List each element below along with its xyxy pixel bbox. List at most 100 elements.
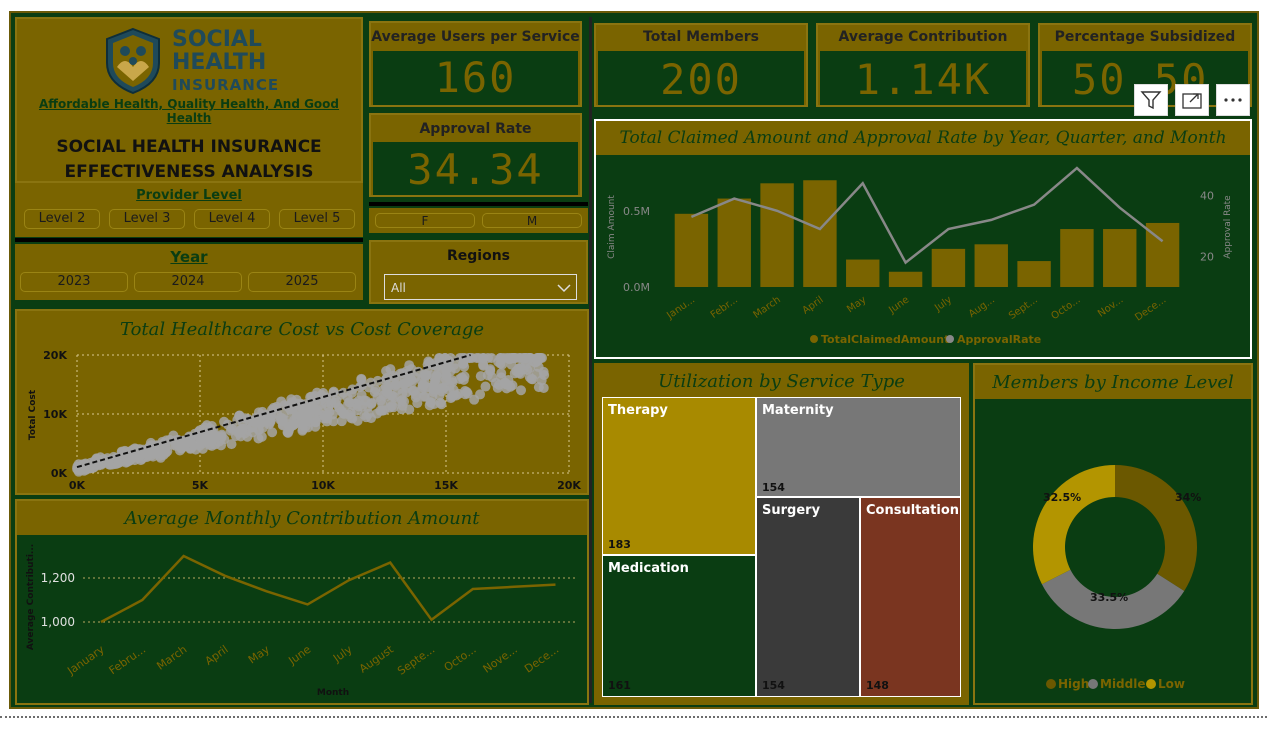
claimed-x-tick: April [801, 294, 826, 316]
scatter-point [383, 381, 394, 392]
scatter-y-tick: 0K [51, 467, 68, 480]
scatter-y-axis-label: Total Cost [28, 389, 38, 440]
claimed-x-tick: Octo... [1049, 294, 1082, 322]
contrib-y-tick: 1,000 [41, 615, 75, 629]
contrib-x-tick: Octo... [442, 643, 479, 674]
contribution-chart-panel[interactable]: Average Monthly Contribution Amount 1,00… [15, 499, 589, 705]
utilization-title: Utilization by Service Type [658, 371, 905, 392]
scatter-chart-title: Total Healthcare Cost vs Cost Coverage [119, 319, 485, 340]
scatter-point [498, 352, 509, 363]
legend-claimed-swatch [810, 335, 818, 343]
treemap-tile-consultation[interactable]: Consultation 148 [861, 498, 960, 696]
utilization-panel[interactable]: Utilization by Service Type Therapy 183 … [594, 363, 969, 705]
focus-mode-icon[interactable] [1175, 84, 1209, 116]
regions-dropdown[interactable]: All [384, 274, 577, 300]
provider-level-5-button[interactable]: Level 5 [279, 209, 355, 229]
scatter-point [225, 425, 236, 436]
year-2025-button[interactable]: 2025 [248, 272, 356, 292]
contribution-chart-title: Average Monthly Contribution Amount [124, 508, 480, 529]
year-label: Year [170, 248, 208, 266]
gender-f-button[interactable]: F [375, 213, 475, 228]
scatter-point [500, 379, 511, 390]
year-2023-button[interactable]: 2023 [20, 272, 128, 292]
scatter-point [511, 366, 522, 377]
claimed-x-tick: June [886, 294, 911, 316]
scatter-point [539, 370, 550, 381]
contrib-x-tick: Febru... [107, 643, 148, 677]
scatter-point [339, 408, 350, 419]
scatter-chart-panel[interactable]: Total Healthcare Cost vs Cost Coverage 0… [15, 309, 589, 495]
contrib-x-tick: July [330, 643, 355, 666]
legend-middle-label: Middle [1100, 677, 1146, 691]
treemap-tile-label: Consultation [866, 503, 960, 518]
chart-header: Average Monthly Contribution Amount [17, 501, 587, 535]
kpi-avg-users-label: Average Users per Service [371, 29, 580, 45]
report-title-line2: EFFECTIVENESS ANALYSIS [64, 162, 314, 182]
provider-level-4-button[interactable]: Level 4 [194, 209, 270, 229]
scatter-point [518, 352, 529, 363]
scatter-point [360, 395, 371, 406]
scatter-point [446, 375, 457, 386]
logo-text-line1: SOCIAL [172, 27, 262, 52]
scatter-point [387, 391, 398, 402]
claimed-chart-panel[interactable]: Total Claimed Amount and Approval Rate b… [594, 119, 1252, 359]
logo-text-line2: HEALTH [172, 50, 267, 75]
treemap-tile-value: 161 [608, 679, 631, 692]
treemap-tile-label: Medication [608, 561, 689, 576]
scatter-point [431, 370, 442, 381]
contrib-x-tick: June [285, 643, 313, 668]
treemap-tile-value: 148 [866, 679, 889, 692]
claimed-bar [717, 198, 751, 287]
scatter-point [310, 417, 321, 428]
claimed-x-tick: Janu... [664, 294, 697, 322]
divider [15, 238, 363, 242]
claimed-x-tick: May [845, 294, 868, 315]
donut-slice-label: 32.5% [1043, 491, 1081, 504]
treemap-tile-therapy[interactable]: Therapy 183 [603, 398, 755, 554]
tagline-link[interactable]: Affordable Health, Quality Health, And G… [17, 97, 361, 125]
claimed-bar [1103, 229, 1137, 287]
treemap-tile-medication[interactable]: Medication 161 [603, 556, 755, 696]
treemap-tile-value: 154 [762, 481, 785, 494]
contribution-chart-svg: 1,000 1,200 Average Contributi... January Fe… [26, 544, 577, 698]
treemap-tile-value: 154 [762, 679, 785, 692]
scatter-point [237, 423, 248, 434]
kpi-avg-contribution-label: Average Contribution [838, 29, 1008, 45]
scatter-point [485, 364, 496, 375]
kpi-approval-rate-card: Approval Rate 34.34 [369, 113, 582, 197]
filter-icon[interactable] [1134, 84, 1168, 116]
more-options-icon[interactable] [1216, 84, 1250, 116]
provider-level-2-button[interactable]: Level 2 [24, 209, 100, 229]
treemap-tile-surgery[interactable]: Surgery 154 [757, 498, 859, 696]
legend-low-label: Low [1158, 677, 1185, 691]
legend-approval-swatch [946, 335, 954, 343]
claimed-y-axis-label: Claim Amount [607, 195, 617, 259]
scatter-point [344, 397, 355, 408]
chevron-down-icon [557, 284, 571, 293]
contrib-x-axis-label: Month [317, 688, 349, 698]
claimed-bar [1060, 229, 1094, 287]
claimed-bar [803, 180, 837, 287]
claimed-bar [674, 213, 709, 287]
scatter-y-tick: 20K [43, 349, 67, 362]
income-title: Members by Income Level [992, 372, 1234, 393]
income-panel[interactable]: Members by Income Level 34% 33.5% 32.5% Hig… [973, 363, 1253, 705]
scatter-point [534, 352, 545, 363]
gender-slicer: F M [369, 208, 588, 233]
scatter-x-tick: 5K [192, 479, 209, 492]
kpi-avg-users-value: 160 [434, 53, 517, 102]
year-2024-button[interactable]: 2024 [134, 272, 242, 292]
gender-m-button[interactable]: M [482, 213, 582, 228]
legend-approval-label: ApprovalRate [957, 333, 1041, 346]
provider-level-3-button[interactable]: Level 3 [109, 209, 185, 229]
legend-high-label: High [1058, 677, 1089, 691]
kpi-value-box: 1.14K [820, 51, 1026, 105]
treemap: Therapy 183 Maternity 154 Medication 161… [602, 397, 961, 697]
claimed-bar [888, 271, 923, 287]
treemap-tile-maternity[interactable]: Maternity 154 [757, 398, 960, 496]
kpi-approval-rate-label: Approval Rate [419, 121, 532, 137]
donut-slice-label: 34% [1175, 491, 1201, 504]
legend-low-swatch [1146, 679, 1156, 689]
claimed-x-tick: Sept... [1007, 294, 1040, 322]
regions-label: Regions [446, 248, 510, 264]
